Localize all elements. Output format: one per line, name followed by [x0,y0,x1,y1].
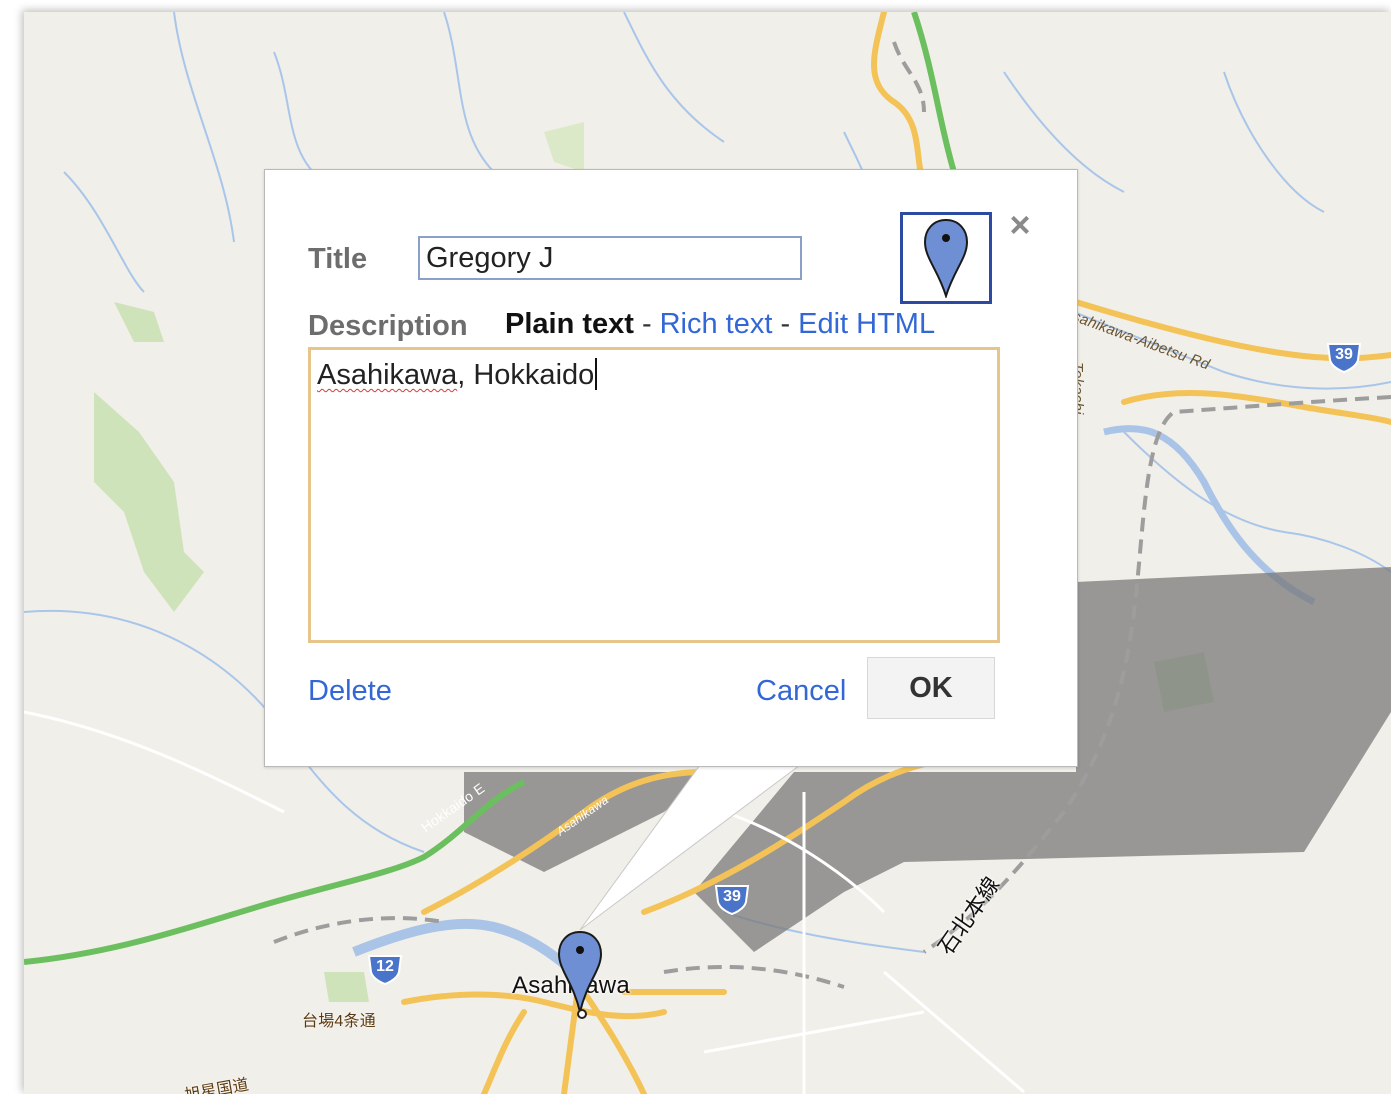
format-rich-text-link[interactable]: Rich text [660,308,773,340]
close-icon[interactable]: × [1005,207,1035,243]
text-caret [595,358,598,390]
description-misspelled-word: Asahikawa [317,359,458,391]
title-label: Title [308,243,368,275]
cancel-link[interactable]: Cancel [756,675,846,708]
blue-pin-icon [923,218,969,298]
route-shield-39-east: 39 [1326,340,1362,374]
format-separator: - [780,308,791,340]
edit-placemark-dialog: Title × Description Plain text-Rich text… [264,169,1078,767]
ok-button[interactable]: OK [867,657,995,719]
delete-link[interactable]: Delete [308,675,392,708]
format-plain-text: Plain text [505,308,634,340]
format-separator: - [641,308,652,340]
description-textarea[interactable]: Asahikawa, Hokkaido [308,347,1000,643]
format-edit-html-link[interactable]: Edit HTML [798,308,935,340]
description-format-switcher: Plain text - Rich text - Edit HTML [505,308,935,341]
route-shield-39: 39 [714,882,750,916]
marker-icon-picker[interactable] [900,212,992,304]
title-input[interactable] [418,236,802,280]
description-label: Description [308,310,468,342]
description-text: , Hokkaido [457,359,595,391]
route-shield-12: 12 [367,952,403,986]
street-label: 台場4条通 [302,1013,376,1030]
map-marker-pin-icon[interactable] [555,930,605,1025]
